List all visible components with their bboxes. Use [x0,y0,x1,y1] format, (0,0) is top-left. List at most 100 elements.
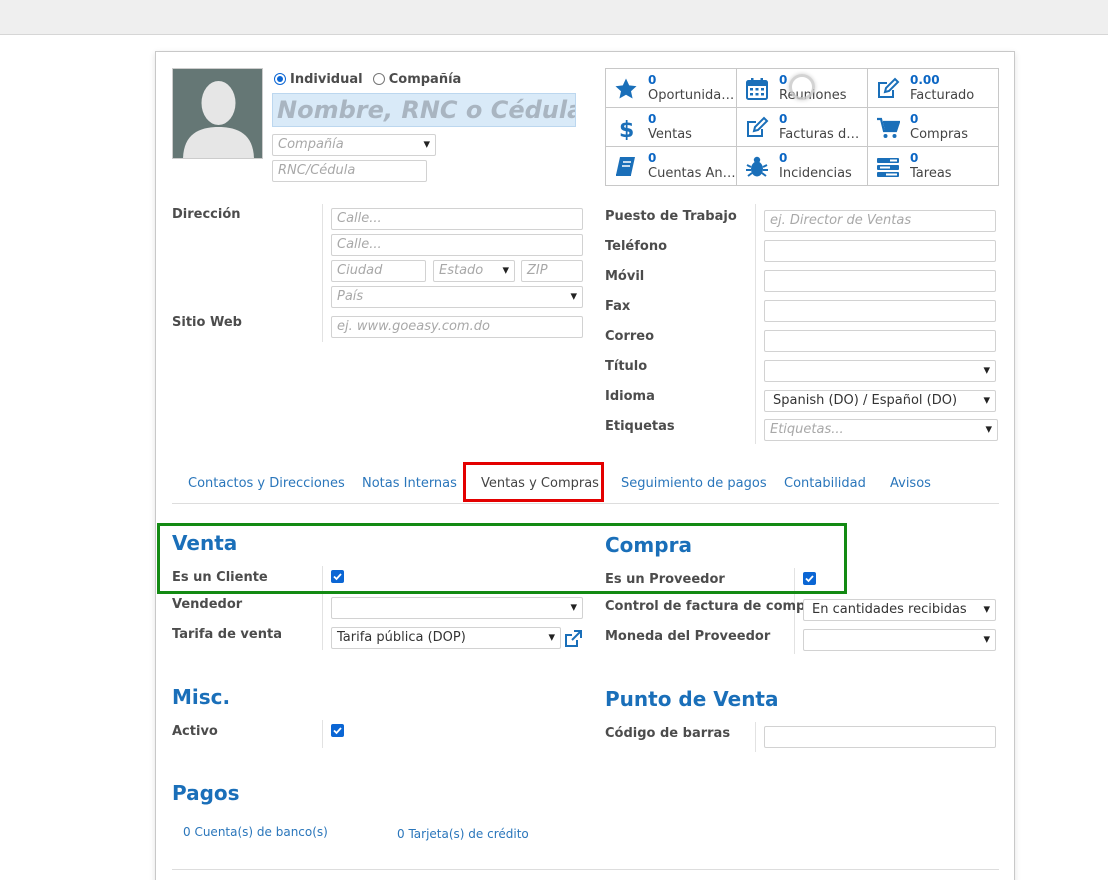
stat-analytic-accounts[interactable]: 0 Cuentas Anal... [606,147,737,186]
tab-internal-notes[interactable]: Notas Internas [362,476,457,491]
bank-accounts-link[interactable]: 0 Cuenta(s) de banco(s) [183,825,328,839]
pricelist-label: Tarifa de venta [172,627,282,642]
email-input[interactable] [764,330,996,352]
job-input[interactable]: ej. Director de Ventas [764,210,996,232]
tab-warnings[interactable]: Avisos [890,476,931,491]
credit-cards-link[interactable]: 0 Tarjeta(s) de crédito [397,827,529,841]
book-icon [616,157,635,176]
pos-section-title: Punto de Venta [605,687,779,711]
stat-count: 0 [779,73,788,87]
highlight-active-tab-box [463,462,604,502]
dollar-icon: $ [619,118,634,140]
individual-label: Individual [290,72,363,87]
tags-label: Etiquetas [605,419,675,434]
name-input[interactable]: Nombre, RNC o Cédula [272,93,576,127]
bug-icon [746,156,768,177]
stat-opportunities[interactable]: 0 Oportunidades [606,69,737,108]
language-label: Idioma [605,389,655,404]
highlight-customer-vendor-box [157,523,847,594]
tags-select[interactable]: Etiquetas... [764,419,998,441]
pencil-square-icon [878,77,900,98]
country-select[interactable]: País [331,286,583,308]
title-select[interactable] [764,360,996,382]
phone-input[interactable] [764,240,996,262]
title-label: Título [605,359,648,374]
radio-off-icon [372,73,385,85]
partner-type-selector: Individual Compañía [274,72,461,87]
payments-section-title: Pagos [172,781,240,805]
stat-label: Tareas [910,166,952,181]
phone-label: Teléfono [605,239,668,254]
stat-tasks[interactable]: 0 Tareas [868,147,999,186]
stat-purchases[interactable]: 0 Compras [868,108,999,147]
pricelist-select[interactable]: Tarifa pública (DOP) [331,627,561,649]
company-select[interactable]: Compañía [272,134,436,156]
barcode-input[interactable] [764,726,996,748]
email-label: Correo [605,329,655,344]
calendar-icon [746,78,768,100]
stat-count: 0 [779,112,788,126]
zip-input[interactable]: ZIP [521,260,583,282]
job-label: Puesto de Trabajo [605,209,737,224]
fax-label: Fax [605,299,631,314]
stat-count: 0 [648,151,657,165]
barcode-label: Código de barras [605,726,731,741]
external-link-icon[interactable] [563,629,583,649]
active-checkbox[interactable] [331,724,344,737]
svg-text:$: $ [619,118,634,140]
fax-input[interactable] [764,300,996,322]
cart-icon [877,117,900,138]
radio-on-icon [274,73,286,85]
stat-label: Facturado [910,88,975,103]
company-radio[interactable]: Compañía [372,72,462,87]
salesperson-label: Vendedor [172,597,243,612]
address-label: Dirección [172,207,241,222]
avatar[interactable] [172,68,263,159]
bill-control-select[interactable]: En cantidades recibidas [803,599,996,621]
state-select[interactable]: Estado [433,260,515,282]
city-input[interactable]: Ciudad [331,260,426,282]
stat-label: Ventas [648,127,692,142]
stat-count: 0 [910,151,919,165]
tab-contacts[interactable]: Contactos y Direcciones [188,476,345,491]
individual-radio[interactable]: Individual [274,72,363,87]
street2-input[interactable]: Calle... [331,234,583,256]
active-label: Activo [172,724,218,739]
stat-sales[interactable]: $ 0 Ventas [606,108,737,147]
stat-label: Incidencias [779,166,852,181]
stat-count: 0.00 [910,73,940,87]
browser-top-bar [0,0,1108,35]
pencil-square-icon [747,116,769,137]
checkmark-icon [333,727,342,735]
stat-label: Compras [910,127,969,142]
tab-divider [172,503,999,504]
stat-label: Oportunidades [648,88,736,103]
stat-count: 0 [648,112,657,126]
street-input[interactable]: Calle... [331,208,583,230]
stat-count: 0 [648,73,657,87]
mobile-label: Móvil [605,269,645,284]
website-label: Sitio Web [172,315,242,330]
tab-accounting[interactable]: Contabilidad [784,476,866,491]
stat-invoiced[interactable]: 0.00 Facturado [868,69,999,108]
stat-label: Cuentas Anal... [648,166,736,181]
field-separator [322,204,323,342]
field-separator [755,204,756,444]
misc-section-title: Misc. [172,685,231,709]
mobile-input[interactable] [764,270,996,292]
website-input[interactable]: ej. www.goeasy.com.do [331,316,583,338]
stat-vendor-bills[interactable]: 0 Facturas de ... [737,108,868,147]
salesperson-select[interactable] [331,597,583,619]
vendor-currency-select[interactable] [803,629,996,651]
stat-issues[interactable]: 0 Incidencias [737,147,868,186]
field-separator [755,722,756,752]
loading-spinner-icon [789,74,815,100]
company-label: Compañía [388,72,462,87]
avatar-silhouette-icon [183,81,254,158]
rnc-input[interactable]: RNC/Cédula [272,160,427,182]
stat-count: 0 [779,151,788,165]
stat-label: Facturas de ... [779,127,867,142]
tab-payment-followup[interactable]: Seguimiento de pagos [621,476,767,491]
star-icon [615,78,637,99]
language-select[interactable]: Spanish (DO) / Español (DO) [764,390,996,412]
